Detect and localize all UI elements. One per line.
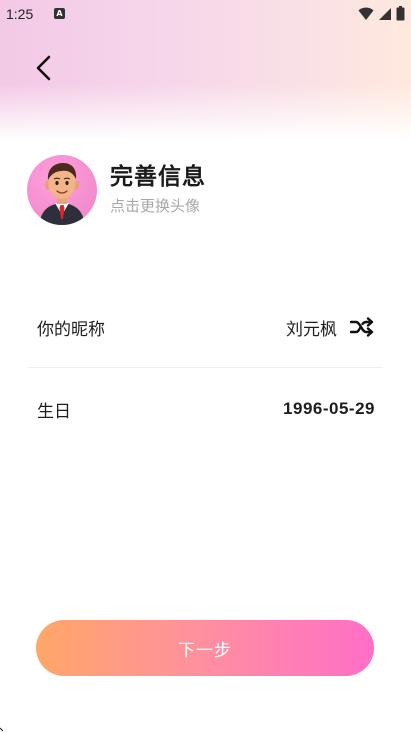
birthday-value[interactable]: 1996-05-29 bbox=[283, 399, 375, 419]
page-title: 完善信息 bbox=[110, 164, 206, 190]
signal-icon bbox=[379, 7, 391, 20]
battery-icon bbox=[396, 6, 405, 21]
wifi-icon bbox=[358, 7, 374, 20]
avatar[interactable] bbox=[27, 155, 97, 225]
birthday-label: 生日 bbox=[37, 401, 71, 422]
shuffle-nickname-button[interactable] bbox=[349, 316, 375, 338]
nickname-row: 你的昵称 刘元枫 bbox=[37, 312, 375, 342]
back-button[interactable] bbox=[28, 52, 58, 84]
shuffle-icon bbox=[350, 317, 374, 337]
screen: 1:25 A 完善信息 点击更换头像 你的昵称 刘元枫 生日 1996-05-2… bbox=[0, 0, 411, 732]
change-avatar-hint[interactable]: 点击更换头像 bbox=[110, 195, 200, 216]
status-time: 1:25 bbox=[6, 6, 34, 22]
nickname-value-group: 刘元枫 bbox=[286, 315, 375, 340]
birthday-row: 生日 1996-05-29 bbox=[37, 394, 375, 424]
a-notification-icon: A bbox=[54, 8, 65, 19]
status-icons bbox=[358, 6, 405, 21]
nickname-label: 你的昵称 bbox=[37, 319, 105, 340]
nickname-value[interactable]: 刘元枫 bbox=[286, 315, 337, 340]
divider bbox=[28, 367, 383, 368]
chevron-left-icon bbox=[36, 55, 51, 81]
status-bar: 1:25 A bbox=[0, 0, 411, 28]
next-button[interactable]: 下一步 bbox=[36, 620, 374, 676]
corner-mark-icon bbox=[0, 727, 4, 732]
avatar-image bbox=[39, 163, 85, 225]
